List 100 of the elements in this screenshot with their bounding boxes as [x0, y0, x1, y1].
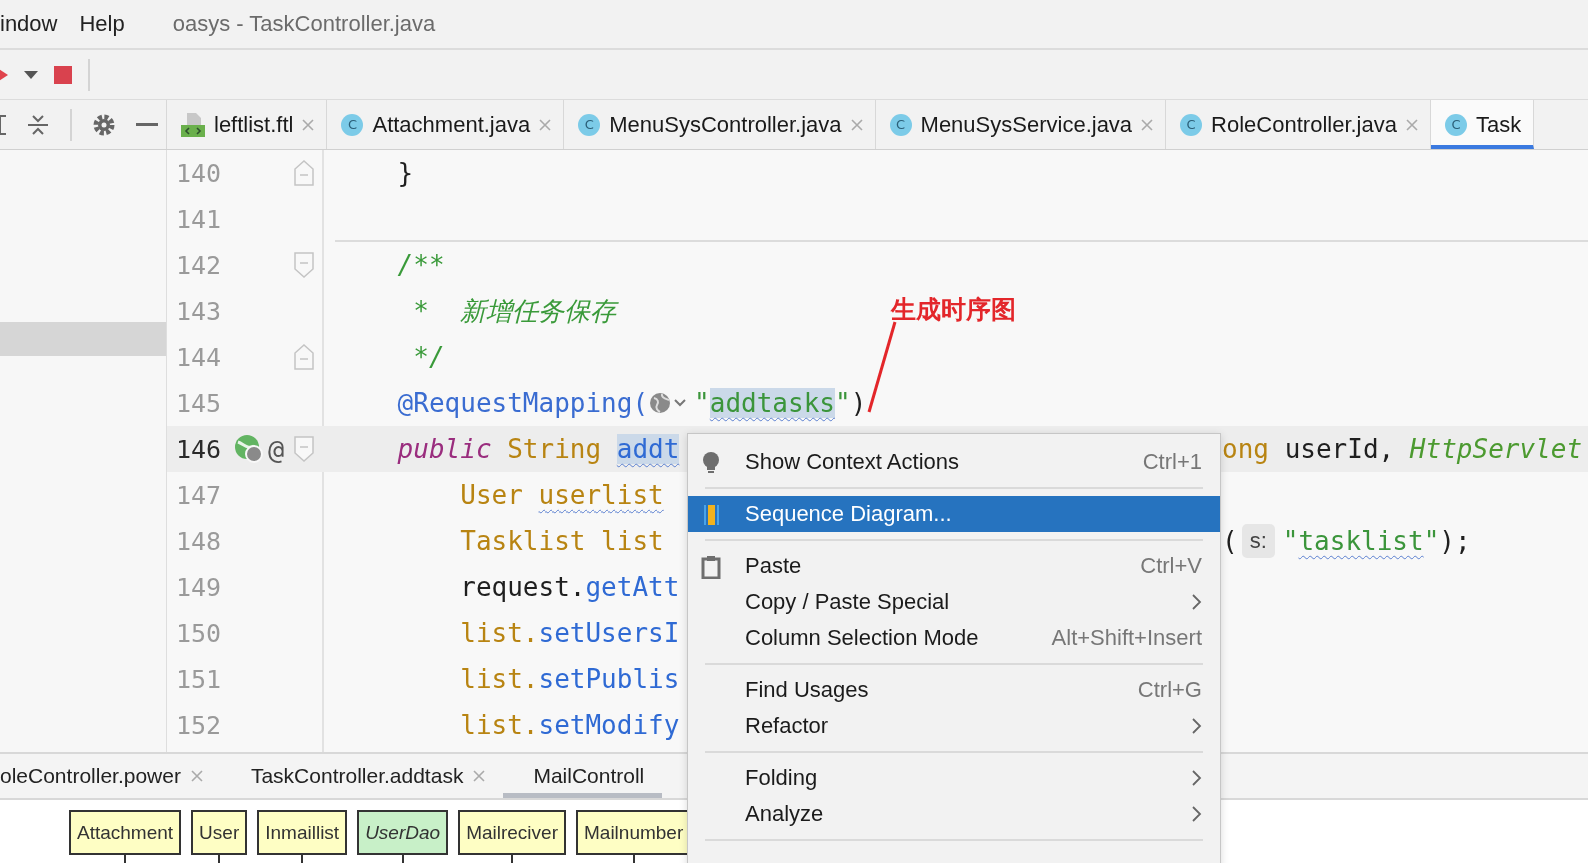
minimize-icon[interactable] — [136, 122, 158, 127]
code-token: userlist — [538, 480, 664, 510]
stop-icon[interactable] — [54, 65, 72, 84]
menu-item[interactable]: Column Selection Mode Alt+Shift+Insert — [688, 620, 1220, 656]
code-token: ); — [1439, 526, 1471, 556]
code-token: public — [396, 434, 493, 464]
class-icon: C — [1180, 113, 1203, 136]
code-token: " — [694, 388, 710, 418]
tab-label: oleController.power — [0, 764, 181, 788]
code-token: userId, — [1284, 434, 1396, 464]
diagram-tab[interactable]: TaskController.addtask — [220, 754, 504, 798]
menu-item[interactable]: indow — [0, 11, 58, 37]
class-icon: C — [578, 113, 601, 136]
line-number: 151 — [176, 664, 223, 694]
menu-item[interactable]: Paste Ctrl+V — [688, 548, 1220, 584]
line-number: 147 — [176, 480, 223, 510]
line-number: 150 — [176, 618, 223, 648]
line-number: 148 — [176, 526, 223, 556]
fold-marker-icon[interactable] — [294, 160, 314, 186]
code-token: @RequestMapping( — [396, 388, 649, 418]
line-number: 142 — [176, 250, 223, 280]
code-token: setPublis — [538, 664, 680, 694]
code-token: list. — [459, 618, 539, 648]
annotation-marker[interactable]: @ — [268, 433, 285, 465]
clipboard-icon — [700, 555, 722, 579]
code-token: list. — [459, 664, 539, 694]
participant-box[interactable]: Inmaillist — [257, 810, 348, 855]
class-icon: C — [1445, 113, 1467, 136]
line-number: 140 — [176, 158, 223, 188]
code-token: " — [1282, 526, 1299, 556]
tab-label: MenuSysController.java — [609, 111, 842, 138]
code-token: setModify — [538, 710, 680, 740]
menu-item[interactable]: Refactor — [688, 708, 1220, 744]
submenu-chevron-icon — [1192, 806, 1202, 822]
code-token: ( — [1222, 526, 1238, 556]
code-token: setUsersI — [538, 618, 680, 648]
class-icon: C — [341, 113, 364, 136]
shortcut-text: Alt+Shift+Insert — [1051, 625, 1202, 651]
close-icon[interactable] — [473, 770, 486, 782]
close-icon[interactable] — [539, 118, 552, 131]
close-icon[interactable] — [1141, 118, 1154, 131]
participant-box[interactable]: Attachment — [69, 810, 182, 855]
code-token: ) — [850, 388, 867, 418]
menu-item[interactable]: Folding — [688, 760, 1220, 796]
class-icon: C — [889, 113, 912, 136]
line-number: 143 — [176, 296, 223, 326]
participant-box[interactable]: UserDao — [357, 810, 449, 855]
shortcut-text: Ctrl+1 — [1142, 449, 1202, 475]
participant-box[interactable]: Mailreciver — [458, 810, 566, 855]
code-token: Tasklist list — [459, 526, 664, 556]
editor-tab[interactable]: C Attachment.java — [327, 100, 565, 149]
web-endpoint-icon[interactable] — [234, 434, 264, 464]
shortcut-text: Ctrl+V — [1140, 553, 1202, 579]
dropdown-caret-icon[interactable] — [24, 69, 38, 80]
editor-tab[interactable]: C MenuSysService.java — [875, 100, 1167, 149]
fold-marker-icon[interactable] — [294, 436, 314, 462]
close-icon[interactable] — [1406, 118, 1418, 131]
code-token: tasklist — [1298, 526, 1424, 556]
close-icon[interactable] — [190, 770, 203, 782]
tab-label: MenuSysService.java — [920, 111, 1133, 138]
code-token: list. — [459, 710, 539, 740]
editor-tab[interactable]: C Task — [1431, 100, 1535, 149]
code-token: */ — [412, 342, 445, 372]
window-title: oasys - TaskController.java — [172, 11, 436, 37]
code-token: /** — [396, 250, 445, 280]
code-token: addtasks — [709, 388, 835, 418]
code-token: String — [507, 434, 603, 464]
diagram-tab[interactable]: oleController.power — [0, 754, 221, 798]
code-token: * 新增任务保存 — [412, 294, 617, 328]
menu-item[interactable]: Find Usages Ctrl+G — [688, 672, 1220, 708]
line-number: 141 — [176, 204, 223, 234]
editor-tab[interactable]: C RoleController.java — [1166, 100, 1431, 149]
participant-box[interactable]: User — [191, 810, 248, 855]
line-number: 152 — [176, 710, 223, 740]
menu-item[interactable]: Copy / Paste Special — [688, 584, 1220, 620]
close-icon[interactable] — [302, 118, 315, 131]
line-number: 149 — [176, 572, 223, 602]
fold-marker-icon[interactable] — [294, 344, 314, 370]
code-token: } — [396, 158, 414, 188]
settings-icon[interactable] — [92, 112, 116, 137]
expand-collapse-icon[interactable] — [26, 112, 50, 137]
close-icon[interactable] — [850, 118, 863, 131]
fold-marker-icon[interactable] — [294, 252, 314, 278]
line-number: 144 — [176, 342, 223, 372]
tab-label: leftlist.ftl — [214, 111, 294, 138]
tab-label: RoleController.java — [1211, 111, 1397, 138]
editor-tab[interactable]: C MenuSysController.java — [564, 100, 876, 149]
tab-label: Attachment.java — [372, 111, 531, 138]
code-token: " — [834, 388, 851, 418]
shortcut-text: Ctrl+G — [1137, 677, 1202, 703]
annotation-text: 生成时序图 — [891, 294, 1016, 326]
code-token: ong — [1222, 434, 1270, 464]
tab-label: MailControll — [533, 763, 645, 788]
menu-item[interactable]: Help — [79, 11, 125, 37]
editor-tab[interactable]: leftlist.ftl — [167, 100, 328, 149]
lightbulb-icon — [700, 451, 722, 475]
tab-label: Task — [1476, 111, 1522, 138]
menu-item[interactable]: Show Context Actions Ctrl+1 — [688, 444, 1220, 480]
menu-item[interactable]: Sequence Diagram... — [688, 496, 1220, 532]
code-token: User — [459, 480, 524, 510]
